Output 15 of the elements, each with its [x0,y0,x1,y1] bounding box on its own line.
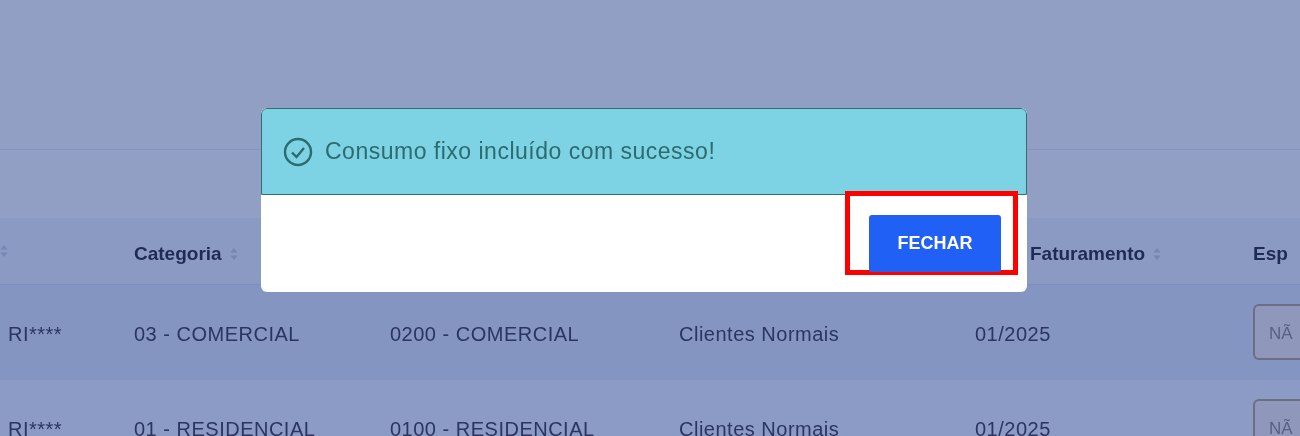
table-cell-text: 01/2025 [975,417,1051,436]
success-message: Consumo fixo incluído com sucesso! [325,137,716,167]
table-cell-text: 01/2025 [975,322,1051,347]
column-header[interactable]: Faturamento [1030,240,1146,269]
close-button[interactable]: FECHAR [869,215,1001,272]
table-cell-text: Clientes Normais [679,322,840,347]
table-cell-text: 0200 - COMERCIAL [390,322,580,347]
table-cell-text: Clientes Normais [679,417,840,436]
table-cell-text: RI**** [8,417,63,436]
table-cell-text: 0100 - RESIDENCIAL [390,417,595,436]
table-cell-text: RI**** [8,322,63,347]
table-cell-text: 03 - COMERCIAL [134,322,300,347]
table-cell-text: 01 - RESIDENCIAL [134,417,316,436]
column-header[interactable]: Esp [1253,240,1288,269]
column-header[interactable]: Categoria [134,240,222,269]
